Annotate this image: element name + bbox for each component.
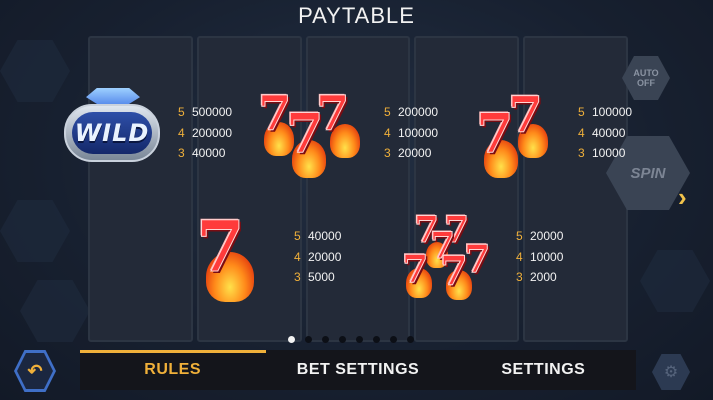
pay-count: 5 <box>516 229 523 243</box>
pay-count: 3 <box>384 146 391 160</box>
title-bar: PAYTABLE <box>0 0 713 32</box>
undo-arrow-icon: ↶ <box>17 353 53 389</box>
pay-value: 100000 <box>398 125 439 140</box>
paytable-triple-seven: 5 200000 4 100000 3 20000 <box>384 102 438 164</box>
pay-value: 5000 <box>308 270 335 284</box>
pay-row: 3 40000 <box>178 143 232 164</box>
double-flaming-seven-icon: 7 7 <box>474 89 564 180</box>
pay-value: 2000 <box>530 270 557 284</box>
pay-count: 5 <box>578 105 585 119</box>
pay-row: 4 40000 <box>578 123 632 144</box>
pagination-dot[interactable] <box>288 336 295 343</box>
pay-count: 4 <box>384 125 391 140</box>
pay-count: 4 <box>578 125 585 140</box>
pagination-dot[interactable] <box>305 336 312 343</box>
pay-row: 5 40000 <box>294 226 341 247</box>
pay-row: 5 100000 <box>578 102 632 123</box>
pay-count: 3 <box>578 146 585 160</box>
pagination-dot[interactable] <box>407 336 414 343</box>
page-title: PAYTABLE <box>298 3 415 28</box>
pay-row: 4 200000 <box>178 123 232 144</box>
pay-value: 200000 <box>192 125 233 140</box>
mixed-flaming-sevens-icon: 7 7 7 7 7 7 <box>400 212 504 302</box>
pay-value: 40000 <box>592 125 626 140</box>
pay-row: 5 500000 <box>178 102 232 123</box>
pay-row: 5 20000 <box>516 226 563 247</box>
paytable-single-seven: 5 40000 4 20000 3 5000 <box>294 226 341 288</box>
pay-row: 3 2000 <box>516 267 563 288</box>
pay-row: 3 20000 <box>384 143 438 164</box>
pay-count: 4 <box>294 249 301 264</box>
autoplay-state: OFF <box>637 78 655 88</box>
active-tab-indicator <box>80 350 266 353</box>
wild-label: WILD <box>74 119 150 147</box>
pay-row: 4 10000 <box>516 247 563 268</box>
pagination-dot[interactable] <box>390 336 397 343</box>
paytable-any-seven: 5 20000 4 10000 3 2000 <box>516 226 563 288</box>
chevron-right-icon[interactable]: › <box>678 184 698 210</box>
pay-count: 5 <box>384 105 391 119</box>
autoplay-label: AUTO <box>633 68 659 78</box>
pay-row: 5 200000 <box>384 102 438 123</box>
pay-row: 3 5000 <box>294 267 341 288</box>
pagination-dot[interactable] <box>373 336 380 343</box>
pay-value: 200000 <box>398 105 439 119</box>
pay-count: 3 <box>294 270 301 284</box>
spin-label: SPIN <box>630 164 666 182</box>
pay-value: 20000 <box>308 249 342 264</box>
pagination-dots <box>288 336 414 343</box>
tab-settings[interactable]: SETTINGS <box>451 361 636 379</box>
pay-count: 3 <box>178 146 185 160</box>
tab-rules[interactable]: RULES <box>80 361 265 379</box>
pay-count: 5 <box>294 229 301 243</box>
pagination-dot[interactable] <box>339 336 346 343</box>
pay-count: 4 <box>516 249 523 264</box>
tab-bar: RULES BET SETTINGS SETTINGS <box>80 350 636 390</box>
pay-value: 10000 <box>592 146 626 160</box>
pagination-dot[interactable] <box>322 336 329 343</box>
pay-value: 100000 <box>592 105 633 119</box>
wild-symbol: WILD <box>64 104 160 162</box>
pay-row: 4 100000 <box>384 123 438 144</box>
pay-value: 20000 <box>530 229 564 243</box>
pay-row: 4 20000 <box>294 247 341 268</box>
pay-value: 500000 <box>192 105 233 119</box>
pagination-dot[interactable] <box>356 336 363 343</box>
pay-count: 4 <box>178 125 185 140</box>
pay-row: 3 10000 <box>578 143 632 164</box>
pay-count: 5 <box>178 105 185 119</box>
paytable-wild: 5 500000 4 200000 3 40000 <box>178 102 232 164</box>
tab-bet-settings[interactable]: BET SETTINGS <box>265 361 450 379</box>
pay-value: 20000 <box>398 146 432 160</box>
pay-value: 40000 <box>308 229 342 243</box>
pay-value: 10000 <box>530 249 564 264</box>
pay-value: 40000 <box>192 146 226 160</box>
pay-count: 3 <box>516 270 523 284</box>
triple-flaming-seven-icon: 7 7 7 <box>256 88 376 180</box>
flaming-seven-icon: 7 <box>194 211 274 302</box>
paytable-double-seven: 5 100000 4 40000 3 10000 <box>578 102 632 164</box>
